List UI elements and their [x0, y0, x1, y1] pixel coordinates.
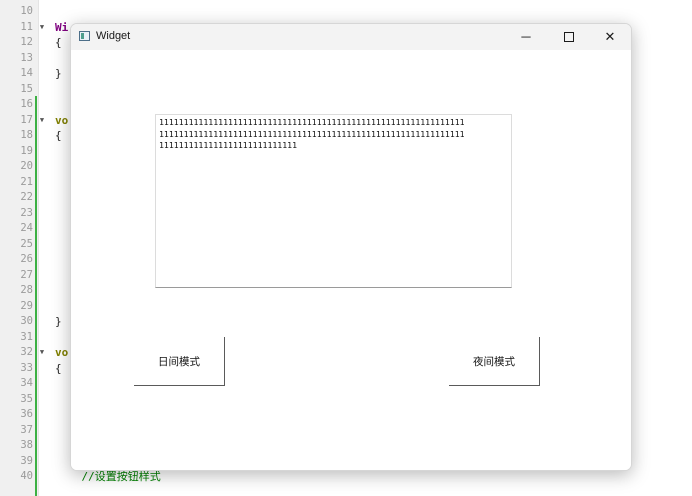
text-edit[interactable]: 1111111111111111111111111111111111111111… — [155, 114, 512, 288]
line-number: 22 — [20, 191, 33, 203]
window-titlebar[interactable]: Widget ─ ✕ — [71, 24, 631, 50]
line-number: 21 — [20, 175, 33, 188]
fold-arrow-icon[interactable]: ▼ — [38, 345, 46, 361]
day-mode-label: 日间模式 — [158, 355, 200, 368]
widget-window[interactable]: Widget ─ ✕ 11111111111111111111111111111… — [70, 23, 632, 471]
fold-arrow-icon[interactable]: ▼ — [38, 20, 46, 36]
app-window-icon — [79, 31, 90, 41]
code-text: { — [55, 129, 62, 142]
line-number: 33 — [20, 361, 33, 374]
line-number: 35 — [20, 392, 33, 405]
line-number: 36 — [20, 408, 33, 420]
minimize-button[interactable]: ─ — [506, 24, 546, 50]
line-number: 29 — [20, 299, 33, 312]
line-number: 26 — [20, 253, 33, 265]
line-number: 14 — [20, 67, 33, 79]
line-number: 18 — [20, 129, 33, 141]
code-text: } — [55, 67, 62, 80]
line-number: 19 — [20, 144, 33, 157]
night-mode-label: 夜间模式 — [473, 355, 515, 368]
line-number: 38 — [20, 439, 33, 451]
maximize-icon — [564, 31, 574, 42]
line-number: 40 — [20, 470, 33, 482]
night-mode-button[interactable]: 夜间模式 — [449, 337, 540, 386]
line-number: 25 — [20, 237, 33, 250]
line-number: 28 — [20, 284, 33, 296]
line-number: 12 — [20, 36, 33, 48]
code-text: vo — [55, 113, 69, 127]
code-text: Wi — [55, 20, 69, 34]
line-number: 15 — [20, 82, 33, 95]
line-number: 27 — [20, 268, 33, 281]
code-text: //设置按钮样式 — [55, 470, 161, 483]
line-number: 11 — [20, 20, 33, 33]
line-number: 20 — [20, 160, 33, 172]
line-number: 37 — [20, 423, 33, 436]
editor-line[interactable]: 10 — [0, 4, 692, 20]
window-client-area: 1111111111111111111111111111111111111111… — [71, 50, 631, 470]
line-number: 34 — [20, 377, 33, 389]
fold-arrow-icon[interactable]: ▼ — [38, 113, 46, 129]
code-text: vo — [55, 346, 69, 359]
line-number: 32 — [20, 346, 33, 358]
line-number: 24 — [20, 222, 33, 234]
line-number: 17 — [20, 113, 33, 126]
window-title: Widget — [96, 30, 131, 42]
line-number: 23 — [20, 206, 33, 219]
code-text: { — [55, 36, 62, 49]
close-button[interactable]: ✕ — [590, 24, 630, 50]
line-number: 13 — [20, 51, 33, 64]
code-text: } — [55, 315, 62, 328]
maximize-button[interactable] — [549, 24, 589, 50]
line-number: 30 — [20, 315, 33, 327]
line-number: 31 — [20, 330, 33, 343]
code-text: { — [55, 361, 62, 375]
line-number: 16 — [20, 98, 33, 110]
line-number: 10 — [20, 5, 33, 17]
editor-line[interactable]: 40 //设置按钮样式 — [0, 469, 692, 485]
line-number: 39 — [20, 454, 33, 467]
day-mode-button[interactable]: 日间模式 — [134, 337, 225, 386]
